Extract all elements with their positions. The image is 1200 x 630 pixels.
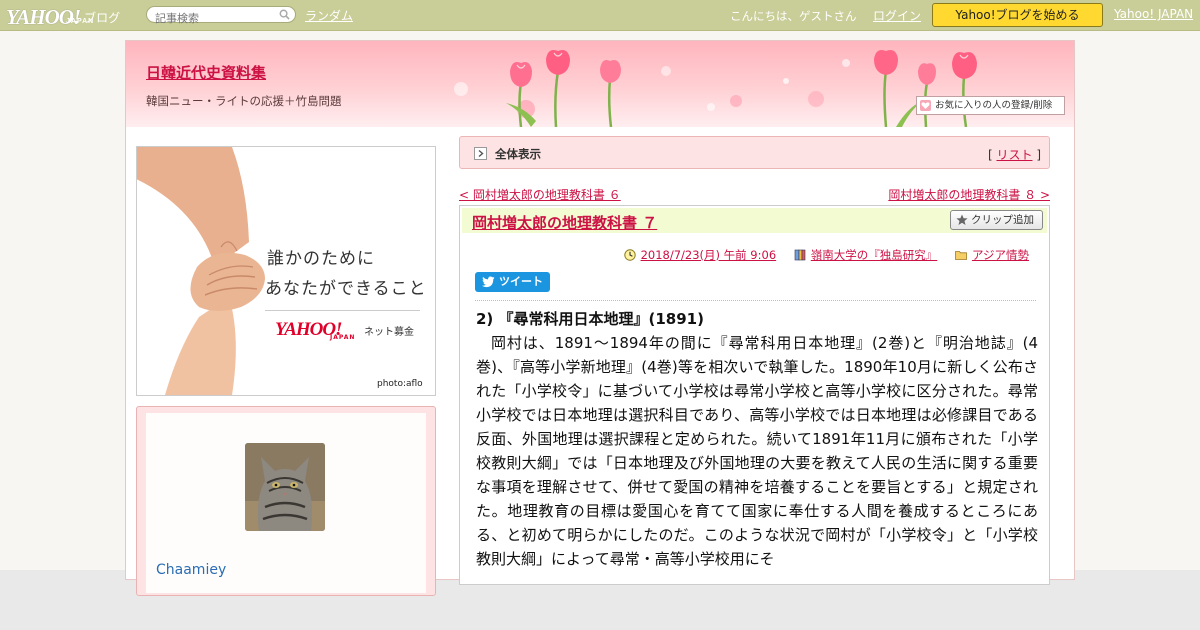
blog-header: 日韓近代史資料集 韓国ニュー・ライトの応援＋竹島問題 お気に入りの人の登録/削除 bbox=[126, 41, 1074, 127]
article-title-bar: 岡村増太郎の地理教科書 ７ クリップ追加 bbox=[462, 208, 1047, 233]
blog-article: 岡村増太郎の地理教科書 ７ クリップ追加 2018/7/23(月) 午前 9:0… bbox=[459, 205, 1050, 585]
profile-box: Chaamiey bbox=[136, 406, 436, 596]
ad-photo-credit: photo:aflo bbox=[377, 379, 423, 389]
ad-headline-line2: あなたができること bbox=[265, 279, 427, 299]
favorite-register-button[interactable]: お気に入りの人の登録/削除 bbox=[916, 96, 1065, 115]
cat-avatar-image bbox=[245, 443, 325, 531]
article-meta: 2018/7/23(月) 午前 9:06 嶺南大学の『独島研究』 アジア情勢 bbox=[610, 247, 1029, 263]
ad-service-name: ネット募金 bbox=[364, 327, 414, 338]
avatar[interactable] bbox=[245, 443, 325, 531]
yahoo-donation-ad-banner[interactable]: 誰かのために あなたができること YAHOO! JAPAN ネット募金 phot… bbox=[136, 146, 436, 396]
article-title-link[interactable]: 岡村増太郎の地理教科書 ７ bbox=[472, 212, 657, 233]
section-heading: 2) 『尋常科用日本地理』(1891) bbox=[476, 310, 704, 328]
article-search-box bbox=[146, 6, 296, 26]
list-bracket-close: ] bbox=[1036, 148, 1041, 162]
list-bracket-open: [ bbox=[987, 148, 993, 162]
blog-container: 日韓近代史資料集 韓国ニュー・ライトの応援＋竹島問題 お気に入りの人の登録/削除… bbox=[125, 40, 1075, 596]
tweet-button[interactable]: ツイート bbox=[475, 272, 550, 292]
yahoo-logo-japan: JAPAN bbox=[66, 18, 95, 25]
next-post-link[interactable]: 岡村増太郎の地理教科書 ８ > bbox=[888, 186, 1050, 203]
profile-inner: Chaamiey bbox=[146, 413, 426, 593]
favorite-register-label: お気に入りの人の登録/削除 bbox=[935, 100, 1053, 111]
post-date: 2018/7/23(月) 午前 9:06 bbox=[623, 247, 777, 263]
list-view-toggle: [ リスト ] bbox=[988, 146, 1041, 163]
search-icon[interactable] bbox=[279, 9, 290, 20]
book-icon bbox=[794, 249, 806, 261]
article-body-text: 岡村は、1891～1894年の間に『尋常科用日本地理』(2巻)と『明治地誌』(4… bbox=[476, 334, 1038, 568]
post-date-link[interactable]: 2018/7/23(月) 午前 9:06 bbox=[641, 248, 777, 262]
favorite-heart-icon bbox=[920, 100, 931, 111]
random-link[interactable]: ランダム bbox=[305, 7, 353, 24]
folder-category: アジア情勢 bbox=[955, 247, 1029, 263]
ad-headline-line1: 誰かのために bbox=[267, 249, 375, 269]
twitter-bird-icon bbox=[482, 276, 495, 288]
clip-add-label: クリップ追加 bbox=[971, 214, 1034, 226]
article-divider bbox=[475, 300, 1036, 301]
book-category: 嶺南大学の『独島研究』 bbox=[794, 247, 938, 263]
tweet-label: ツイート bbox=[499, 275, 543, 288]
clock-icon bbox=[623, 249, 636, 261]
yahoo-top-bar: YAHOO! JAPAN ブログ ランダム こんにちは、ゲストさん ログイン Y… bbox=[0, 0, 1200, 31]
blog-title-link[interactable]: 日韓近代史資料集 bbox=[146, 62, 266, 83]
search-input[interactable] bbox=[147, 11, 277, 26]
prev-post-link[interactable]: < 岡村増太郎の地理教科書 ６ bbox=[459, 186, 621, 203]
arrow-right-box-icon bbox=[474, 147, 487, 160]
start-blog-button[interactable]: Yahoo!ブログを始める bbox=[932, 3, 1103, 27]
clip-add-button[interactable]: クリップ追加 bbox=[950, 210, 1043, 230]
folder-icon bbox=[955, 251, 967, 260]
login-link[interactable]: ログイン bbox=[873, 7, 921, 24]
book-category-link[interactable]: 嶺南大学の『独島研究』 bbox=[811, 248, 938, 262]
blog-subtitle: 韓国ニュー・ライトの応援＋竹島問題 bbox=[146, 94, 342, 108]
list-view-link[interactable]: リスト bbox=[996, 148, 1032, 162]
view-mode-bar: 全体表示 [ リスト ] bbox=[459, 136, 1050, 169]
profile-name-link[interactable]: Chaamiey bbox=[156, 562, 226, 578]
yahoo-blog-logo[interactable]: YAHOO! JAPAN ブログ bbox=[6, 3, 120, 28]
ad-divider bbox=[265, 310, 420, 311]
view-all-label: 全体表示 bbox=[495, 147, 541, 161]
star-icon bbox=[956, 214, 968, 225]
ad-yahoo-logo-japan: JAPAN bbox=[330, 334, 356, 341]
guest-greeting: こんにちは、ゲストさん bbox=[730, 9, 857, 23]
folder-category-link[interactable]: アジア情勢 bbox=[972, 248, 1029, 262]
helping-hands-image bbox=[137, 147, 435, 395]
yahoo-japan-link[interactable]: Yahoo! JAPAN bbox=[1114, 7, 1193, 21]
